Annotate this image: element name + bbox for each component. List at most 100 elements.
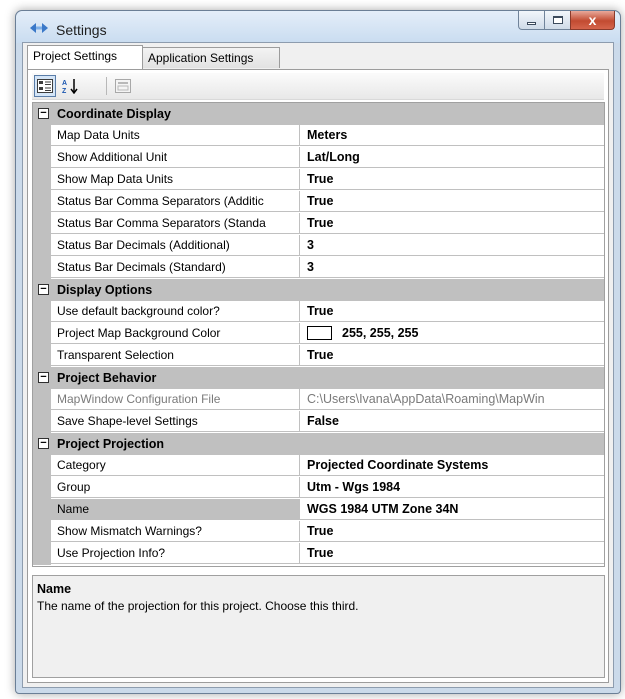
property-row[interactable]: Show Mismatch Warnings? True (33, 521, 604, 543)
close-icon: x (588, 12, 597, 28)
color-swatch (307, 325, 332, 340)
categorized-icon (37, 79, 53, 93)
property-row[interactable]: Status Bar Decimals (Standard) 3 (33, 257, 604, 279)
property-name[interactable]: Group (51, 477, 300, 498)
property-value[interactable]: False (300, 411, 604, 432)
row-gutter (33, 301, 51, 323)
row-gutter (33, 213, 51, 235)
project-settings-page: A Z − Coordinate Display Map Data Units Met (27, 69, 609, 683)
property-row[interactable]: Use default background color? True (33, 301, 604, 323)
property-pages-button[interactable] (112, 75, 134, 97)
tab-project-settings[interactable]: Project Settings (27, 45, 143, 69)
property-name[interactable]: Status Bar Decimals (Standard) (51, 257, 300, 278)
property-value[interactable]: Utm - Wgs 1984 (300, 477, 604, 498)
property-row[interactable]: Name WGS 1984 UTM Zone 34N (33, 499, 604, 521)
property-row[interactable]: MapWindow Configuration File C:\Users\Iva… (33, 389, 604, 411)
tab-application-settings[interactable]: Application Settings (142, 47, 280, 68)
maximize-button[interactable] (544, 11, 571, 30)
category-row[interactable]: − Project Behavior (33, 367, 604, 389)
row-gutter (33, 147, 51, 169)
property-name[interactable]: Project Map Background Color (51, 323, 300, 344)
property-row[interactable]: Status Bar Decimals (Additional) 3 (33, 235, 604, 257)
property-row[interactable]: Save Shape-level Settings False (33, 411, 604, 433)
category-label: Project Behavior (57, 371, 157, 385)
property-grid[interactable]: − Coordinate Display Map Data Units Meters S… (32, 102, 605, 567)
property-value[interactable]: True (300, 169, 604, 190)
color-value-text: 255, 255, 255 (342, 326, 419, 340)
row-gutter (33, 455, 51, 477)
property-value[interactable]: 3 (300, 235, 604, 256)
property-value[interactable]: 255, 255, 255 (300, 323, 604, 344)
maximize-icon (552, 16, 563, 24)
help-title: Name (37, 582, 72, 596)
property-row[interactable]: Show Map Data Units True (33, 169, 604, 191)
property-row[interactable]: Map Data Units Meters (33, 125, 604, 147)
property-row[interactable]: Project Map Background Color 255, 255, 25… (33, 323, 604, 345)
property-value[interactable]: WGS 1984 UTM Zone 34N (300, 499, 604, 520)
property-value[interactable]: True (300, 345, 604, 366)
svg-text:A: A (62, 80, 67, 87)
property-row[interactable]: Category Projected Coordinate Systems (33, 455, 604, 477)
property-value[interactable]: True (300, 191, 604, 212)
collapse-toggle-icon[interactable]: − (38, 284, 49, 295)
property-value[interactable]: True (300, 301, 604, 322)
property-grid-toolbar: A Z (32, 73, 604, 100)
minimize-button[interactable] (518, 11, 545, 30)
category-row[interactable]: − Coordinate Display (33, 103, 604, 125)
close-button[interactable]: x (570, 11, 615, 30)
row-gutter (33, 125, 51, 147)
property-name[interactable]: Show Additional Unit (51, 147, 300, 168)
collapse-toggle-icon[interactable]: − (38, 438, 49, 449)
property-name[interactable]: Transparent Selection (51, 345, 300, 366)
row-gutter (33, 389, 51, 411)
settings-window: Settings x Project Settings Application … (15, 10, 621, 694)
property-name[interactable]: Status Bar Decimals (Additional) (51, 235, 300, 256)
property-value[interactable]: Projected Coordinate Systems (300, 455, 604, 476)
category-label: Display Options (57, 283, 153, 297)
property-pages-icon (115, 79, 131, 93)
categorized-button[interactable] (34, 75, 56, 97)
row-gutter (33, 191, 51, 213)
svg-text:Z: Z (62, 88, 67, 94)
property-row[interactable]: Group Utm - Wgs 1984 (33, 477, 604, 499)
property-value[interactable]: C:\Users\Ivana\AppData\Roaming\MapWin (300, 389, 604, 410)
property-value[interactable]: Meters (300, 125, 604, 146)
title-bar[interactable]: Settings x (16, 11, 620, 43)
property-value[interactable]: True (300, 543, 604, 564)
row-gutter (33, 411, 51, 433)
property-name[interactable]: Category (51, 455, 300, 476)
category-label: Project Projection (57, 437, 164, 451)
row-gutter (33, 235, 51, 257)
toolbar-separator (106, 77, 107, 95)
help-panel: Name The name of the projection for this… (32, 575, 605, 678)
property-value[interactable]: True (300, 521, 604, 542)
property-name[interactable]: Status Bar Comma Separators (Standa (51, 213, 300, 234)
category-row[interactable]: − Project Projection (33, 433, 604, 455)
property-value[interactable]: True (300, 213, 604, 234)
help-description: The name of the projection for this proj… (37, 599, 359, 613)
property-value[interactable]: 3 (300, 257, 604, 278)
property-value[interactable]: Lat/Long (300, 147, 604, 168)
settings-app-icon (30, 23, 48, 33)
property-row[interactable]: Show Additional Unit Lat/Long (33, 147, 604, 169)
property-row[interactable]: Use Projection Info? True (33, 543, 604, 565)
row-gutter (33, 477, 51, 499)
row-gutter (33, 521, 51, 543)
property-name[interactable]: Use default background color? (51, 301, 300, 322)
property-name[interactable]: Name (51, 499, 300, 520)
property-row[interactable]: Transparent Selection True (33, 345, 604, 367)
property-name[interactable]: MapWindow Configuration File (51, 389, 300, 410)
property-name[interactable]: Show Mismatch Warnings? (51, 521, 300, 542)
property-name[interactable]: Use Projection Info? (51, 543, 300, 564)
property-name[interactable]: Show Map Data Units (51, 169, 300, 190)
collapse-toggle-icon[interactable]: − (38, 372, 49, 383)
category-row[interactable]: − Display Options (33, 279, 604, 301)
property-name[interactable]: Save Shape-level Settings (51, 411, 300, 432)
property-row[interactable]: Status Bar Comma Separators (Additic True (33, 191, 604, 213)
property-name[interactable]: Map Data Units (51, 125, 300, 146)
property-row[interactable]: Status Bar Comma Separators (Standa True (33, 213, 604, 235)
property-name[interactable]: Status Bar Comma Separators (Additic (51, 191, 300, 212)
row-gutter (33, 499, 51, 521)
collapse-toggle-icon[interactable]: − (38, 108, 49, 119)
alphabetical-sort-button[interactable]: A Z (59, 75, 81, 97)
